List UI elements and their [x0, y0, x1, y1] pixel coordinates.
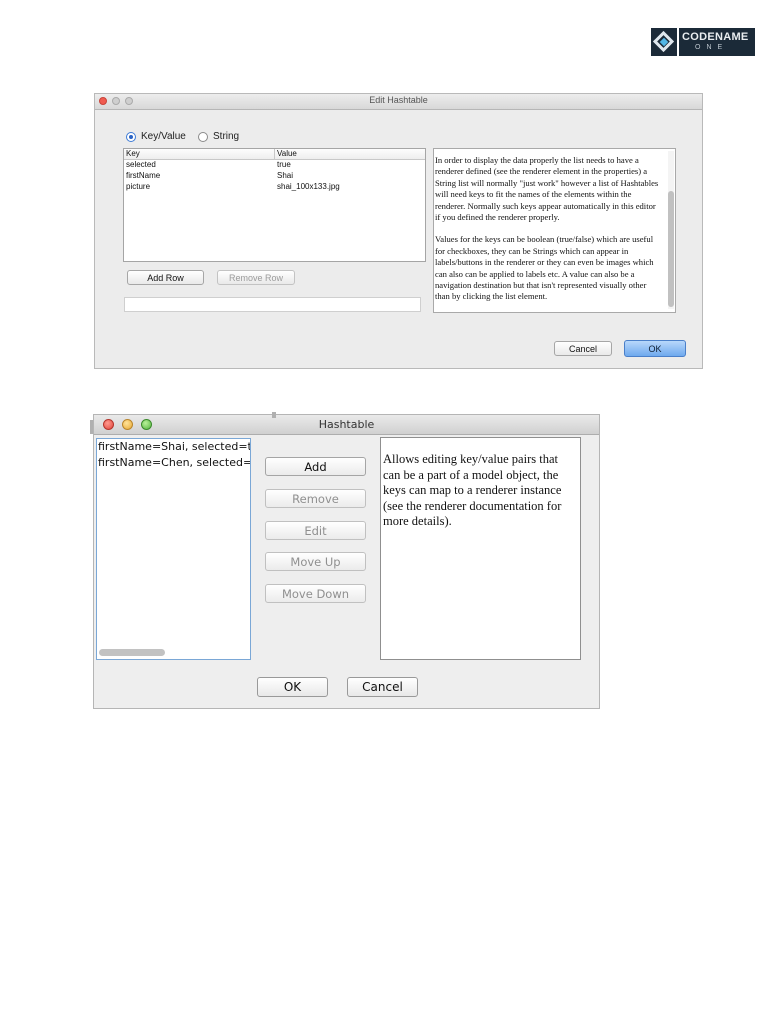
column-header-key[interactable]: Key	[126, 149, 140, 158]
table-cell-value: true	[277, 160, 291, 169]
edit-hashtable-window: Edit Hashtable Key/Value String Key Valu…	[94, 93, 703, 369]
background-window-edge	[90, 420, 93, 434]
background-window-edge	[272, 412, 276, 418]
radio-label: String	[213, 131, 240, 142]
window-title: Hashtable	[318, 418, 375, 431]
radio-unselected-icon	[198, 131, 208, 142]
table-cell-key: selected	[126, 160, 156, 169]
codename-one-logo-icon	[651, 28, 677, 56]
scrollbar-thumb[interactable]	[668, 191, 674, 307]
help-text-area: Allows editing key/value pairs that can …	[380, 437, 581, 660]
cancel-button[interactable]: Cancel	[554, 341, 612, 356]
table-header: Key Value	[124, 149, 425, 160]
column-divider	[274, 149, 275, 159]
help-paragraph: In order to display the data properly th…	[435, 155, 659, 223]
edit-button[interactable]: Edit	[265, 521, 366, 540]
help-text-area: In order to display the data properly th…	[433, 148, 676, 313]
add-row-button[interactable]: Add Row	[127, 270, 204, 285]
radio-selected-icon	[126, 131, 136, 142]
value-input[interactable]	[124, 297, 421, 312]
key-value-table[interactable]: Key Value selected true firstName Shai p…	[123, 148, 426, 262]
hashtable-titlebar: Hashtable	[94, 415, 599, 435]
ok-button[interactable]: OK	[257, 677, 328, 697]
move-up-button[interactable]: Move Up	[265, 552, 366, 571]
cancel-button[interactable]: Cancel	[347, 677, 418, 697]
remove-button[interactable]: Remove	[265, 489, 366, 508]
codename-one-logo: CODENAME ONE	[651, 28, 755, 56]
table-cell-value: shai_100x133.jpg	[277, 182, 340, 191]
move-down-button[interactable]: Move Down	[265, 584, 366, 603]
radio-key-value[interactable]: Key/Value	[126, 131, 186, 142]
ok-button[interactable]: OK	[624, 340, 686, 357]
table-row[interactable]: firstName Shai	[124, 171, 425, 182]
radio-label: Key/Value	[141, 131, 186, 142]
hashtable-window: Hashtable firstName=Shai, selected=true …	[93, 414, 600, 709]
help-paragraph: Values for the keys can be boolean (true…	[435, 234, 654, 302]
window-title: Edit Hashtable	[369, 95, 428, 105]
table-row[interactable]: selected true	[124, 160, 425, 171]
table-cell-key: picture	[126, 182, 151, 191]
add-button[interactable]: Add	[265, 457, 366, 476]
logo-wordmark: CODENAME ONE	[679, 28, 755, 56]
list-item[interactable]: firstName=Chen, selected=false	[97, 455, 250, 471]
hashtable-list[interactable]: firstName=Shai, selected=true firstName=…	[96, 438, 251, 660]
radio-string[interactable]: String	[198, 131, 239, 142]
table-row[interactable]: picture shai_100x133.jpg	[124, 182, 425, 193]
horizontal-scrollbar-thumb[interactable]	[99, 649, 165, 656]
table-cell-value: Shai	[277, 171, 294, 180]
vertical-scrollbar[interactable]	[668, 151, 674, 309]
list-item[interactable]: firstName=Shai, selected=true	[97, 439, 250, 455]
column-header-value[interactable]: Value	[277, 149, 297, 158]
logo-brand-top: CODENAME	[682, 31, 749, 43]
edit-hashtable-titlebar: Edit Hashtable	[95, 94, 702, 110]
logo-brand-bottom: ONE	[695, 44, 729, 51]
table-cell-key: firstName	[126, 171, 161, 180]
remove-row-button[interactable]: Remove Row	[217, 270, 295, 285]
